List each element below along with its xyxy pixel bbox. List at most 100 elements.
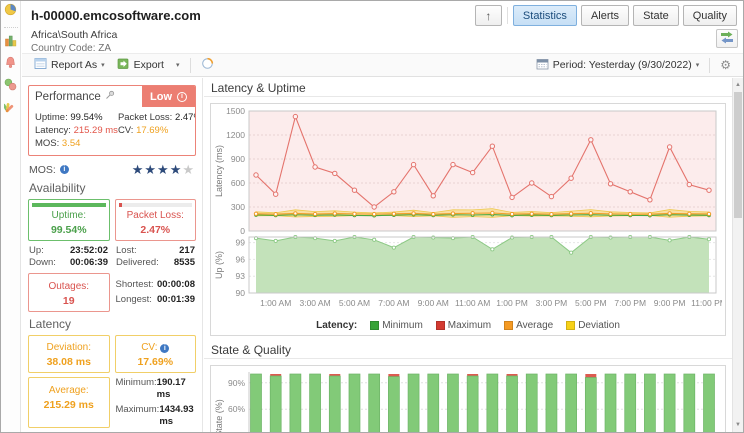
legend-item: Maximum: [435, 320, 491, 331]
collapse-up-button[interactable]: ↑: [474, 5, 502, 26]
legend-item: Deviation: [566, 320, 620, 331]
pin-icon[interactable]: [105, 90, 115, 103]
period-selector[interactable]: Period: Yesterday (9/30/2022) ▾: [530, 55, 705, 76]
compare-button[interactable]: [716, 29, 738, 48]
up-arrow-icon: ↑: [485, 8, 492, 23]
export-button[interactable]: Export: [111, 54, 170, 76]
page-title: h-00000.emcosoftware.com: [31, 8, 201, 23]
legend-item: Minimum: [370, 320, 423, 331]
star-icon: ★: [144, 162, 158, 177]
svg-text:State (%): State (%): [214, 399, 224, 432]
maximum-row: Maximum: 1434.93 ms: [115, 404, 194, 427]
tab-state[interactable]: State: [633, 5, 679, 26]
longest-row: Longest: 00:01:39: [115, 294, 196, 305]
performance-title-row: Performance: [29, 86, 142, 107]
state-quality-chart-block: 90% 60% 30% State (%): [210, 365, 726, 432]
legend-label: Average: [516, 319, 554, 331]
main-area: h-00000.emcosoftware.com ↑ Statistics Al…: [22, 1, 743, 432]
legend-swatch: [370, 320, 380, 330]
perf-stat-latency: Latency: 215.29 ms: [35, 125, 118, 136]
perf-stat-mos: MOS: 3.54: [35, 138, 81, 149]
latency-uptime-chart: 0 300 600 900 1200 1500 Latency (ms) 99 96 93 90 Up…: [214, 106, 727, 308]
packet-loss-box: Packet Loss: 2.47%: [114, 199, 196, 241]
availability-boxes: Uptime: 99.54% Packet Loss: 2.47%: [28, 199, 196, 241]
legend-label: Deviation: [578, 319, 620, 331]
sidebar-item-statistics[interactable]: [4, 3, 18, 21]
settings-button[interactable]: ⚙: [714, 55, 737, 75]
vertical-scrollbar[interactable]: ▲ ▼: [732, 78, 743, 432]
svg-text:90: 90: [236, 288, 246, 298]
status-badge: Low i: [142, 86, 195, 107]
svg-text:9:00 PM: 9:00 PM: [654, 298, 686, 308]
svg-text:11:00 PM: 11:00 PM: [691, 298, 722, 308]
svg-text:9:00 AM: 9:00 AM: [418, 298, 449, 308]
scrollbar-thumb[interactable]: [734, 92, 742, 218]
toolbar: Report As ▾ Export ▾ Period: Yesterday (…: [22, 53, 743, 77]
info-icon[interactable]: i: [177, 91, 187, 102]
bell-icon: [4, 56, 17, 74]
star-icon: ★: [182, 162, 195, 177]
svg-text:96: 96: [236, 254, 246, 264]
minmax-rows: Minimum: 190.17 ms Maximum: 1434.93 ms: [115, 377, 197, 428]
star-icon: ★: [169, 162, 183, 177]
average-block: Average: 215.29 ms Minimum: 190.17 ms Max…: [28, 377, 196, 428]
period-label: Period: Yesterday (9/30/2022): [552, 59, 692, 71]
sidebar-item-state[interactable]: [4, 78, 18, 94]
header-separator: [506, 7, 508, 24]
host-location: Africa\South Africa Country Code: ZA: [31, 29, 716, 55]
svg-text:3:00 PM: 3:00 PM: [536, 298, 568, 308]
report-as-label: Report As: [51, 59, 98, 71]
sidebar-item-quality[interactable]: [2, 100, 18, 118]
sidebar-item-charts[interactable]: [4, 35, 18, 50]
calendar-icon: [536, 58, 549, 73]
svg-text:600: 600: [231, 178, 245, 188]
pie-chart-icon: [4, 3, 17, 21]
scroll-up-arrow[interactable]: ▲: [733, 79, 743, 91]
info-icon[interactable]: i: [59, 165, 69, 174]
mos-stars: ★★★★★: [132, 163, 195, 176]
latency-uptime-chart-block: 0 300 600 900 1200 1500 Latency (ms) 99 96 93 90 Up…: [210, 103, 727, 336]
outages-box: Outages: 19: [28, 273, 110, 312]
svg-text:7:00 AM: 7:00 AM: [378, 298, 409, 308]
stats-column: Performance Low i Uptime: 99.54% Latency…: [22, 78, 203, 432]
compare-arrows-icon: [720, 31, 734, 47]
legend-swatch: [435, 320, 445, 330]
svg-text:11:00 AM: 11:00 AM: [455, 298, 490, 308]
minimum-row: Minimum: 190.17 ms: [115, 377, 186, 400]
toolbar-separator: [189, 57, 191, 73]
svg-text:1:00 PM: 1:00 PM: [496, 298, 528, 308]
sidebar-item-alerts[interactable]: [4, 56, 18, 74]
svg-text:1500: 1500: [226, 106, 245, 116]
performance-card-header: Performance Low i: [29, 86, 195, 107]
perf-stat-cv: CV: 17.69%: [117, 125, 169, 136]
svg-text:90%: 90%: [228, 378, 245, 388]
scroll-down-arrow[interactable]: ▼: [733, 419, 743, 431]
subheader: Africa\South Africa Country Code: ZA: [22, 28, 743, 55]
svg-text:3:00 AM: 3:00 AM: [299, 298, 330, 308]
svg-text:Latency (ms): Latency (ms): [214, 145, 224, 197]
tab-quality[interactable]: Quality: [682, 5, 737, 26]
state-quality-panel-title: State & Quality: [204, 340, 732, 359]
latency-uptime-panel-title: Latency & Uptime: [204, 78, 732, 97]
outages-block: Outages: 19 Shortest: 00:00:08 Longest: 00…: [28, 273, 196, 312]
info-icon[interactable]: i: [160, 344, 170, 353]
delivered-row: Delivered: 8535: [116, 257, 195, 268]
svg-text:1:00 AM: 1:00 AM: [260, 298, 291, 308]
svg-text:99: 99: [236, 238, 246, 248]
view-tabs: Statistics Alerts State Quality: [512, 5, 737, 26]
legend-swatch: [566, 320, 576, 330]
svg-text:93: 93: [236, 271, 246, 281]
quality-fan-icon: [2, 100, 17, 118]
sidebar: [1, 1, 21, 432]
tab-alerts[interactable]: Alerts: [580, 5, 630, 26]
perf-stat-packet-loss: Packet Loss: 2.47%: [117, 112, 195, 123]
badge-label: Low: [150, 90, 172, 103]
latency-boxes: Deviation: 38.08 ms CV: i 17.69%: [28, 335, 196, 373]
report-as-button[interactable]: Report As ▾: [28, 54, 111, 76]
history-button[interactable]: [195, 54, 220, 76]
export-dropdown-button[interactable]: ▾: [170, 58, 186, 72]
tab-statistics[interactable]: Statistics: [512, 5, 577, 26]
legend-label: Minimum: [382, 319, 423, 331]
chevron-down-icon: ▾: [175, 62, 180, 69]
charts-column: Latency & Uptime 0 300 600 900 1200 1500 Laten…: [204, 78, 732, 432]
